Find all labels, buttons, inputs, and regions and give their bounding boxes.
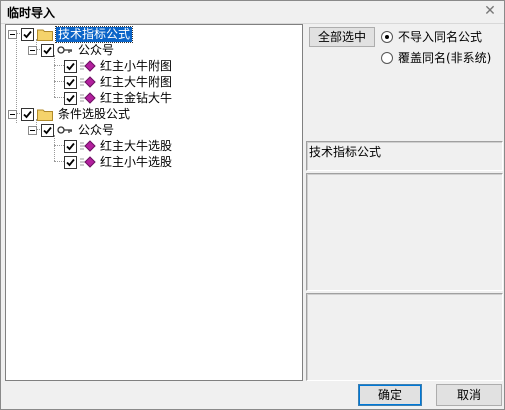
key-icon (57, 126, 72, 134)
collapse-icon[interactable] (28, 125, 37, 135)
formula-diamond-icon (80, 60, 96, 72)
tree-node-sub[interactable]: 公众号 (28, 42, 116, 58)
tree-label[interactable]: 红主小牛选股 (98, 155, 174, 170)
tree-leaf[interactable]: 红主大牛附图 (64, 74, 174, 90)
select-all-button[interactable]: 全部选中 (309, 27, 375, 47)
checkbox[interactable] (64, 139, 77, 153)
info-panel-title: 技术指标公式 (306, 141, 503, 171)
radio-skip-duplicates[interactable]: 不导入同名公式 (381, 28, 482, 45)
checkbox[interactable] (64, 91, 77, 105)
close-icon[interactable]: ✕ (482, 3, 498, 19)
tree-node-group[interactable]: 技术指标公式 (8, 25, 134, 43)
tree-leaf[interactable]: 红主小牛附图 (64, 58, 174, 74)
checkbox[interactable] (64, 155, 77, 169)
checkbox[interactable] (41, 123, 54, 137)
key-icon (57, 46, 72, 54)
tree-label[interactable]: 红主大牛选股 (98, 139, 174, 154)
tree-label[interactable]: 公众号 (76, 123, 116, 138)
checkbox[interactable] (21, 27, 34, 41)
collapse-icon[interactable] (8, 29, 17, 39)
tree-label[interactable]: 红主小牛附图 (98, 59, 174, 74)
tree-label[interactable]: 红主金钻大牛 (98, 91, 174, 106)
info-panel-notes (306, 293, 503, 381)
radio-indicator[interactable] (381, 30, 393, 43)
folder-icon (37, 109, 53, 121)
tree-leaf[interactable]: 红主小牛选股 (64, 154, 174, 170)
radio-label: 不导入同名公式 (398, 30, 483, 44)
tree-label[interactable]: 公众号 (76, 43, 116, 58)
radio-indicator[interactable] (381, 51, 393, 64)
formula-tree[interactable]: 技术指标公式 公众号 红主小牛附图 红主大牛附图 红主金钻大牛 条件选股公式 公… (5, 24, 303, 381)
info-panel-details (306, 173, 503, 291)
tree-label[interactable]: 红主大牛附图 (98, 75, 174, 90)
import-dialog: 临时导入 ✕ 技术指标公式 公众号 红主小牛附图 红主大牛附图 红主金钻大牛 条… (0, 0, 505, 410)
tree-node-group[interactable]: 条件选股公式 (8, 106, 132, 122)
checkbox[interactable] (64, 75, 77, 89)
collapse-icon[interactable] (28, 45, 37, 55)
tree-label[interactable]: 技术指标公式 (54, 25, 134, 43)
tree-leaf[interactable]: 红主金钻大牛 (64, 90, 174, 106)
formula-diamond-icon (80, 92, 96, 104)
radio-overwrite-duplicates[interactable]: 覆盖同名(非系统) (381, 49, 491, 66)
dialog-title: 临时导入 (7, 6, 56, 20)
cancel-button[interactable]: 取消 (436, 384, 502, 406)
formula-diamond-icon (80, 156, 96, 168)
checkbox[interactable] (21, 107, 34, 121)
title-bar: 临时导入 ✕ (1, 1, 504, 24)
folder-icon (37, 29, 53, 41)
checkbox[interactable] (64, 59, 77, 73)
tree-leaf[interactable]: 红主大牛选股 (64, 138, 174, 154)
checkbox[interactable] (41, 43, 54, 57)
tree-node-sub[interactable]: 公众号 (28, 122, 116, 138)
collapse-icon[interactable] (8, 109, 17, 119)
formula-diamond-icon (80, 140, 96, 152)
radio-label: 覆盖同名(非系统) (398, 51, 492, 65)
info-title-text: 技术指标公式 (309, 145, 382, 159)
formula-diamond-icon (80, 76, 96, 88)
tree-label[interactable]: 条件选股公式 (56, 107, 132, 122)
ok-button[interactable]: 确定 (358, 384, 422, 406)
